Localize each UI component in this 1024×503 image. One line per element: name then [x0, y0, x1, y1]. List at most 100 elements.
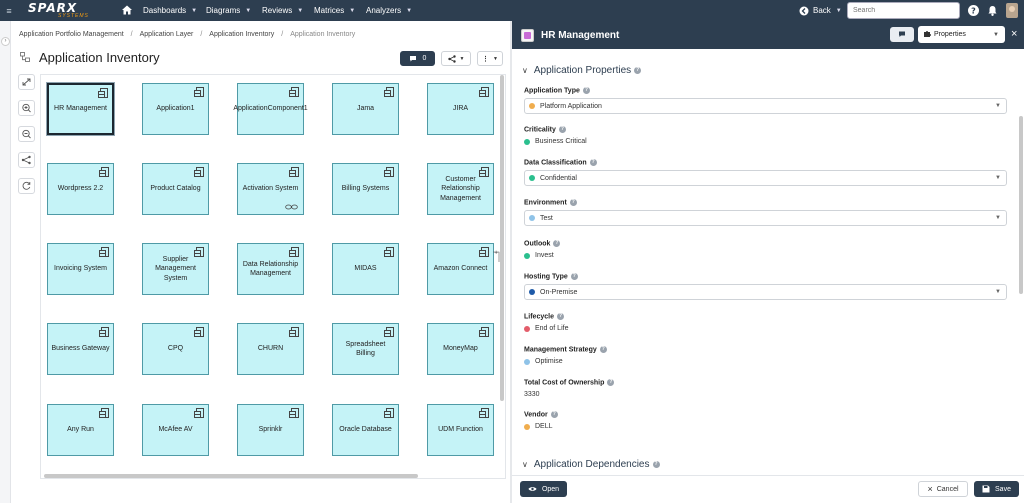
view-select-dropdown[interactable]: Properties ▼	[918, 26, 1005, 43]
close-icon[interactable]: ×	[1011, 28, 1017, 40]
field-value-text: Optimise	[535, 358, 563, 365]
layout-button[interactable]	[18, 152, 35, 168]
field-value: DELL	[524, 423, 553, 430]
search-input[interactable]	[847, 2, 960, 19]
breadcrumb-item[interactable]: Application Layer	[140, 31, 194, 38]
node-label: McAfee AV	[158, 426, 193, 434]
application-node[interactable]: UDM Function	[427, 404, 494, 456]
help-icon[interactable]: ?	[599, 346, 607, 353]
zoom-in-button[interactable]	[18, 100, 35, 116]
help-icon[interactable]: ?	[556, 313, 564, 320]
node-label: CPQ	[167, 345, 184, 353]
comments-button[interactable]: 0	[400, 51, 435, 66]
field-select[interactable]: On-Premise ▼	[524, 284, 1007, 300]
back-button[interactable]: Back ▼	[799, 0, 842, 21]
field-select[interactable]: Platform Application ▼	[524, 98, 1007, 114]
application-node[interactable]: Jama	[332, 83, 399, 135]
help-icon[interactable]: ?	[569, 199, 577, 206]
application-node[interactable]: ApplicationComponent1	[233, 83, 308, 135]
fit-to-screen-button[interactable]	[18, 74, 35, 90]
panel-title: HR Management	[541, 30, 620, 41]
field-label: Management Strategy?	[524, 346, 607, 353]
application-node[interactable]: Activation System	[237, 163, 304, 215]
home-icon[interactable]	[121, 4, 133, 16]
menu-matrices[interactable]: Matrices ▼	[314, 0, 355, 21]
node-label: Product Catalog	[150, 185, 201, 193]
help-icon[interactable]: ?	[967, 4, 980, 17]
menu-reviews[interactable]: Reviews ▼	[262, 0, 303, 21]
application-node[interactable]: Wordpress 2.2	[47, 163, 114, 215]
application-node[interactable]: Billing Systems	[332, 163, 399, 215]
field-label: Hosting Type?	[524, 273, 578, 280]
field-select[interactable]: Test ▼	[524, 210, 1007, 226]
menu-dashboards[interactable]: Dashboards ▼	[143, 0, 197, 21]
cancel-button[interactable]: × Cancel	[918, 481, 968, 497]
share-button[interactable]: ▼	[441, 51, 471, 66]
menu-analyzers[interactable]: Analyzers ▼	[366, 0, 412, 21]
help-icon[interactable]: ?	[589, 159, 597, 166]
application-node[interactable]: Spreadsheet Billing	[332, 323, 399, 375]
application-node[interactable]: CHURN	[237, 323, 304, 375]
chevron-down-icon: ▼	[993, 31, 999, 38]
help-icon[interactable]: ?	[570, 273, 578, 280]
back-arrow-icon	[799, 6, 809, 15]
chevron-down-icon: ▼	[297, 7, 304, 14]
help-icon[interactable]: ?	[634, 66, 642, 74]
help-icon[interactable]: ?	[652, 460, 660, 468]
field-value-text: Invest	[535, 252, 554, 259]
help-icon[interactable]: ?	[550, 411, 558, 418]
breadcrumb-item[interactable]: Application Portfolio Management	[19, 31, 124, 38]
panel-scrollbar[interactable]	[1019, 116, 1023, 294]
node-label: Jama	[356, 105, 375, 113]
field-select[interactable]: Confidential ▼	[524, 170, 1007, 186]
chevron-down-icon: ▼	[995, 103, 1001, 109]
application-node[interactable]: Sprinklr	[237, 404, 304, 456]
sidebar-menu-icon[interactable]: ≡	[2, 6, 16, 16]
user-avatar[interactable]	[1006, 3, 1018, 18]
application-node[interactable]: Invoicing System	[47, 243, 114, 295]
page-title: Application Inventory	[39, 50, 160, 65]
panel-comment-button[interactable]	[890, 27, 914, 42]
more-options-button[interactable]: ⋮ ▼	[477, 51, 503, 66]
application-node[interactable]: CPQ	[142, 323, 209, 375]
help-icon[interactable]: ?	[607, 379, 615, 386]
field-value: End of Life	[524, 325, 568, 332]
menu-diagrams[interactable]: Diagrams ▼	[206, 0, 251, 21]
application-node[interactable]: Product Catalog	[142, 163, 209, 215]
application-node[interactable]: Business Gateway	[47, 323, 114, 375]
section-application-dependencies[interactable]: ∨ Application Dependencies?	[522, 454, 1012, 474]
application-node[interactable]: Any Run	[47, 404, 114, 456]
open-button[interactable]: Open	[520, 481, 567, 497]
help-icon[interactable]: ?	[553, 240, 561, 247]
zoom-out-button[interactable]	[18, 126, 35, 142]
save-button[interactable]: Save	[974, 481, 1019, 497]
application-node[interactable]: MIDAS	[332, 243, 399, 295]
breadcrumb-item[interactable]: Application Inventory	[209, 31, 274, 38]
node-label: Spreadsheet Billing	[345, 340, 386, 358]
notification-bell-icon[interactable]	[986, 4, 999, 17]
application-node[interactable]: MoneyMap	[427, 323, 494, 375]
application-node[interactable]: Amazon Connect	[427, 243, 494, 295]
help-icon[interactable]: ?	[558, 126, 566, 133]
refresh-button[interactable]	[18, 178, 35, 194]
help-icon[interactable]: ?	[582, 87, 590, 94]
application-node[interactable]: McAfee AV	[142, 404, 209, 456]
canvas-horizontal-scrollbar[interactable]	[44, 474, 418, 478]
application-node[interactable]: HR Management	[47, 83, 114, 135]
chevron-down-icon: ▼	[835, 7, 842, 14]
application-node[interactable]: Customer Relationship Management	[427, 163, 494, 215]
canvas-vertical-scrollbar[interactable]	[500, 75, 504, 401]
sparx-logo[interactable]: SPARX SYSTEMS	[16, 0, 116, 21]
cancel-label: Cancel	[936, 485, 959, 493]
field-label: Outlook?	[524, 240, 561, 247]
application-node[interactable]: Supplier Management System	[142, 243, 209, 295]
application-node[interactable]: Oracle Database	[332, 404, 399, 456]
application-node[interactable]: Application1	[142, 83, 209, 135]
component-icon	[289, 87, 299, 97]
section-application-properties[interactable]: ∨ Application Properties?	[522, 60, 1012, 80]
zoom-in-icon	[22, 103, 31, 113]
application-node[interactable]: JIRA	[427, 83, 494, 135]
diagram-canvas[interactable]: HR Management Application1 ApplicationComp…	[40, 74, 506, 479]
expand-sidebar-icon[interactable]: ›	[1, 37, 10, 46]
application-node[interactable]: Data Relationship Management	[237, 243, 304, 295]
